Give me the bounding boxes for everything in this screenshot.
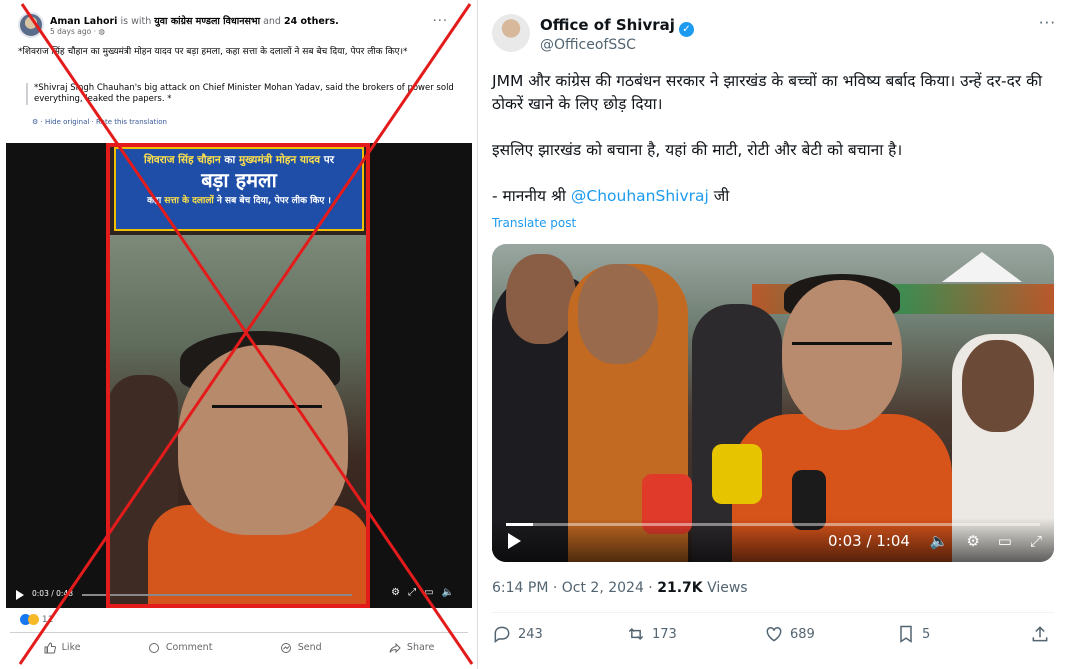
- share-icon: [1032, 626, 1048, 642]
- fb-author-line: Aman Lahori is with युवा कांग्रेस मण्डला…: [50, 14, 339, 27]
- expand-icon[interactable]: ⤢: [408, 587, 424, 598]
- like-label: Like: [61, 642, 81, 653]
- share-icon: [389, 642, 401, 653]
- fb-video-control-icons: ⚙⤢▭🔈: [391, 587, 462, 598]
- fb-red-frame: [106, 143, 370, 608]
- thumbs-up-icon: [44, 641, 56, 653]
- send-button[interactable]: Send: [280, 642, 322, 654]
- fb-author-avatar[interactable]: [18, 12, 44, 38]
- x-post-paragraph-3: - माननीय श्री @ChouhanShivraj जी: [492, 185, 1058, 208]
- x-action-bar: 243 173 689 5: [492, 624, 1054, 654]
- fb-group-name[interactable]: युवा कांग्रेस मण्डला विधानसभा: [154, 16, 260, 27]
- x-post-text: JMM और कांग्रेस की गठबंधन सरकार ने झारखं…: [492, 70, 1058, 231]
- background-tent: [942, 252, 1022, 282]
- x-author-name-row[interactable]: Office of Shivraj ✓: [540, 16, 694, 37]
- play-icon[interactable]: [508, 533, 521, 549]
- fb-post-time[interactable]: 5 days ago · ◍: [50, 27, 105, 36]
- repost-count: 173: [652, 626, 677, 642]
- fb-reactions[interactable]: 11: [20, 614, 53, 625]
- background-person-4-head: [962, 340, 1034, 432]
- share-button[interactable]: Share: [389, 642, 434, 654]
- reply-count: 243: [518, 626, 543, 642]
- fullscreen-icon[interactable]: ⤢: [1030, 532, 1042, 550]
- x-views-label: Views: [707, 580, 748, 596]
- play-icon[interactable]: [16, 590, 24, 600]
- fb-and-text: and: [263, 16, 281, 27]
- background-person-2-head: [578, 264, 658, 364]
- reply-icon: [494, 626, 510, 643]
- like-count: 689: [790, 626, 815, 642]
- x-views-count: 21.7K: [657, 580, 703, 596]
- x-post-paragraph-1: JMM और कांग्रेस की गठबंधन सरकार ने झारखं…: [492, 72, 1042, 113]
- x-video-time: 0:03 / 1:04: [828, 532, 910, 550]
- x-video-control-icons: 🔈 ⚙ ▭ ⤢: [930, 532, 1042, 550]
- settings-icon[interactable]: ⚙: [391, 587, 408, 598]
- x-divider-line: [492, 612, 1054, 613]
- mute-icon[interactable]: 🔈: [442, 587, 462, 598]
- speaker-glasses: [792, 342, 892, 358]
- comment-label: Comment: [165, 642, 213, 653]
- fb-action-bar: Like Comment Send Share: [10, 632, 468, 662]
- fb-post-header: Aman Lahori is with युवा कांग्रेस मण्डला…: [18, 12, 458, 42]
- x-video-progress: [506, 523, 533, 526]
- x-post-timestamp[interactable]: 6:14 PM · Oct 2, 2024 ·: [492, 580, 653, 596]
- fb-author-name[interactable]: Aman Lahori: [50, 16, 117, 27]
- translate-post-link[interactable]: Translate post: [492, 216, 576, 230]
- verified-badge-icon: ✓: [678, 22, 694, 37]
- x-author-handle[interactable]: @OfficeofSSC: [540, 37, 636, 53]
- microphone-yellow: [712, 444, 762, 504]
- like-button[interactable]: 689: [764, 624, 815, 644]
- rate-translation-link[interactable]: Rate this translation: [96, 118, 167, 126]
- x-post-meta: 6:14 PM · Oct 2, 2024 · 21.7K Views: [492, 580, 748, 596]
- comparison-screenshot: Aman Lahori is with युवा कांग्रेस मण्डला…: [0, 0, 1070, 669]
- pip-icon[interactable]: ▭: [424, 587, 441, 598]
- pip-icon[interactable]: ▭: [998, 532, 1012, 550]
- heart-icon: [766, 626, 782, 642]
- haha-reaction-icon: [28, 614, 39, 625]
- volume-icon[interactable]: 🔈: [930, 532, 949, 550]
- like-button[interactable]: Like: [44, 641, 81, 654]
- fb-post-text: *शिवराज सिंह चौहान का मुख्यमंत्री मोहन य…: [18, 47, 408, 57]
- fb-with-text: is with: [120, 16, 152, 27]
- share-label: Share: [406, 642, 435, 653]
- x-author-avatar[interactable]: [492, 14, 530, 52]
- x-post: Office of Shivraj ✓ @OfficeofSSC ··· JMM …: [478, 0, 1070, 669]
- bookmark-button[interactable]: 5: [896, 624, 930, 644]
- gear-icon: ⚙: [32, 118, 39, 126]
- x-mention-link[interactable]: @ChouhanShivraj: [571, 187, 709, 205]
- send-label: Send: [297, 642, 322, 653]
- comment-button[interactable]: Comment: [148, 642, 213, 654]
- facebook-post: Aman Lahori is with युवा कांग्रेस मण्डला…: [0, 0, 478, 669]
- x-quote-suffix: जी: [713, 187, 730, 205]
- settings-icon[interactable]: ⚙: [966, 532, 979, 550]
- fb-reaction-count: 11: [41, 615, 54, 625]
- messenger-icon: [280, 642, 291, 653]
- comment-icon: [148, 642, 159, 653]
- hide-original-link[interactable]: Hide original: [45, 118, 89, 126]
- share-button[interactable]: [1030, 624, 1050, 644]
- more-options-icon[interactable]: ···: [1039, 14, 1056, 32]
- repost-icon: [628, 627, 644, 641]
- background-person-1-head: [506, 254, 576, 344]
- more-options-icon[interactable]: ···: [433, 14, 448, 29]
- x-post-paragraph-2: इसलिए झारखंड को बचाना है, यहां की माटी, …: [492, 141, 903, 159]
- repost-button[interactable]: 173: [626, 624, 677, 644]
- fb-translation-text: *Shivraj Singh Chauhan's big attack on C…: [26, 83, 458, 105]
- reply-button[interactable]: 243: [492, 624, 543, 644]
- fb-translation-links: ⚙ · Hide original · Rate this translatio…: [32, 118, 167, 126]
- x-video-player[interactable]: 0:03 / 1:04 🔈 ⚙ ▭ ⤢: [492, 244, 1054, 562]
- x-author-name: Office of Shivraj: [540, 16, 675, 34]
- x-video-seekbar[interactable]: [506, 523, 1040, 526]
- fb-video-time: 0:03 / 0:48: [32, 589, 73, 598]
- fb-others[interactable]: 24 others.: [284, 16, 339, 27]
- bookmark-count: 5: [922, 626, 931, 642]
- bookmark-icon: [900, 625, 912, 643]
- x-quote-prefix: - माननीय श्री: [492, 187, 566, 205]
